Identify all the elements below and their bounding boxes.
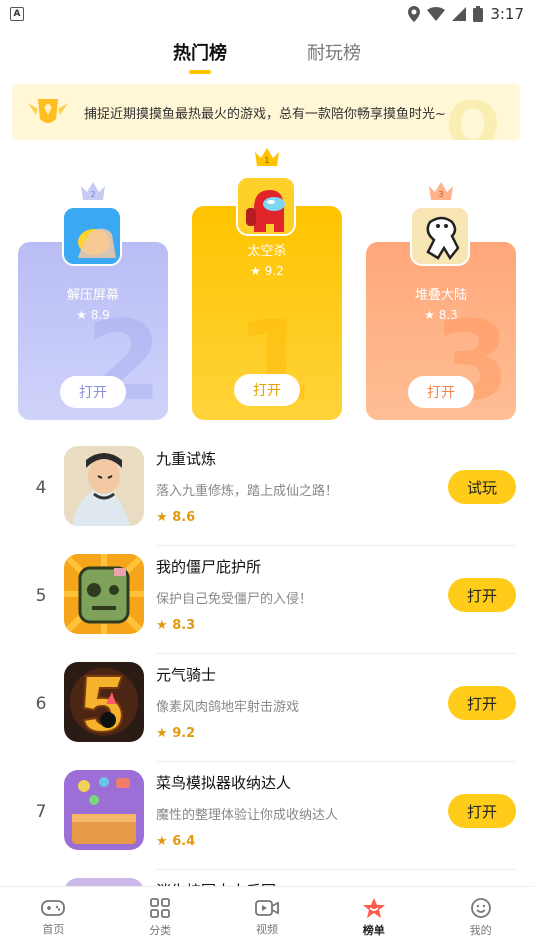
bottom-nav: 首页 分类 视频 榜单 我的 (0, 886, 534, 948)
svg-text:1: 1 (264, 156, 269, 165)
star-icon: ★ (250, 264, 265, 278)
battery-icon (473, 6, 484, 22)
list-item-rank: 4 (35, 478, 47, 498)
nav-home-label: 首页 (42, 923, 65, 936)
app-icon-nine-trials[interactable] (64, 446, 144, 526)
gamepad-icon (41, 900, 66, 916)
podium-3-open-button[interactable]: 打开 (408, 376, 474, 408)
star-icon: ★ (76, 308, 91, 322)
podium-2-open-button[interactable]: 打开 (60, 376, 126, 408)
nav-ranking[interactable]: 榜单 (320, 887, 427, 948)
app-icon-stress-relief[interactable] (62, 206, 122, 266)
nav-home[interactable]: 首页 (0, 887, 107, 948)
status-bar: A 3:17 (0, 0, 534, 28)
podium-2-score-value: 8.9 (90, 308, 110, 322)
star-icon: ★ (156, 726, 173, 741)
podium-2-name: 解压屏幕 (66, 288, 119, 303)
list-item-rating: ★ 9.2 (156, 726, 195, 741)
nav-category-label: 分类 (149, 924, 172, 937)
list-item-rating-value: 6.4 (172, 834, 196, 849)
list-item[interactable]: 7 菜鸟模拟器收纳达人 魔性的整理体验让你成收纳达人 ★ 6.4 打开 (0, 762, 534, 870)
tab-durable[interactable]: 耐玩榜 (307, 40, 361, 72)
open-button[interactable]: 打开 (448, 578, 516, 612)
notification-icon: A (10, 7, 24, 21)
app-icon-stacklands[interactable] (410, 206, 470, 266)
podium-1-name: 太空杀 (247, 244, 287, 259)
app-icon-soul-knight[interactable] (64, 662, 144, 742)
nav-category[interactable]: 分类 (107, 887, 214, 948)
list-item-rating: ★ 8.6 (156, 510, 195, 525)
podium-1-score-value: 9.2 (264, 264, 284, 278)
star-icon: ★ (156, 834, 173, 849)
list-item-desc: 魔性的整理体验让你成收纳达人 (156, 808, 339, 823)
smile-icon (470, 898, 491, 918)
top-three-podium: 2 解压屏幕 ★ 8.9 打开 2 1 太空杀 ★ 9.2 打开 1 3 堆叠大… (0, 148, 534, 428)
app-icon-zombie-shelter[interactable] (64, 554, 144, 634)
list-item-rank: 5 (35, 586, 47, 606)
banner-decoration: Q (445, 89, 500, 140)
list-item-rating-value: 8.6 (172, 510, 196, 525)
star-icon: ★ (156, 510, 173, 525)
grid-icon (150, 898, 171, 918)
list-item[interactable]: 4 九重试炼 落入九重修炼，踏上成仙之路！ ★ 8.6 试玩 (0, 438, 534, 546)
location-icon (408, 6, 421, 22)
podium-card-rank-1[interactable]: 1 太空杀 ★ 9.2 打开 (192, 206, 342, 420)
video-icon (255, 900, 279, 916)
list-item-rating: ★ 8.3 (156, 618, 195, 633)
list-item-rank: 7 (35, 802, 47, 822)
list-item-rank: 6 (35, 694, 47, 714)
star-icon (362, 898, 385, 918)
list-item-rating-value: 8.3 (172, 618, 196, 633)
nav-ranking-label: 榜单 (362, 924, 385, 937)
list-item[interactable]: 5 我的僵尸庇护所 保护自己免受僵尸的入侵！ ★ 8.3 打开 (0, 546, 534, 654)
ranking-list: 4 九重试炼 落入九重修炼，踏上成仙之路！ ★ 8.6 试玩 5 我的僵尸庇护所… (0, 438, 534, 948)
ranking-tabs: 热门榜 耐玩榜 (0, 40, 534, 76)
nav-mine[interactable]: 我的 (427, 887, 534, 948)
open-button[interactable]: 打开 (448, 686, 516, 720)
status-icons: 3:17 (408, 5, 524, 23)
list-item[interactable]: 6 元气骑士 像素风肉鸽地牢射击游戏 ★ 9.2 打开 (0, 654, 534, 762)
list-item-title: 菜鸟模拟器收纳达人 (156, 774, 292, 792)
nav-mine-label: 我的 (469, 924, 492, 937)
svg-text:2: 2 (90, 190, 95, 199)
ranking-banner: 捕捉近期摸摸鱼最热最火的游戏，总有一款陪你畅享摸鱼时光~ Q (12, 84, 520, 140)
list-item-desc: 落入九重修炼，踏上成仙之路！ (156, 484, 339, 499)
star-icon: ★ (424, 308, 439, 322)
list-item-rating-value: 9.2 (172, 726, 196, 741)
tab-durable-label: 耐玩榜 (307, 43, 361, 64)
tab-indicator (189, 70, 211, 74)
svg-text:3: 3 (438, 190, 443, 199)
list-item-desc: 像素风肉鸽地牢射击游戏 (156, 700, 300, 715)
crown-gold-icon: 1 (255, 148, 279, 166)
crown-silver-icon: 2 (81, 182, 105, 200)
podium-3-score-value: 8.3 (438, 308, 458, 322)
banner-text: 捕捉近期摸摸鱼最热最火的游戏，总有一款陪你畅享摸鱼时光~ (84, 106, 446, 122)
list-item-title: 九重试炼 (156, 450, 217, 468)
list-item-desc: 保护自己免受僵尸的入侵！ (156, 592, 313, 607)
star-icon: ★ (156, 618, 173, 633)
app-icon-among-us[interactable] (236, 176, 296, 236)
list-item-title: 元气骑士 (156, 666, 217, 684)
tab-hot[interactable]: 热门榜 (173, 40, 227, 74)
app-icon-storage-master[interactable] (64, 770, 144, 850)
podium-card-rank-3[interactable]: 3 堆叠大陆 ★ 8.3 打开 (366, 242, 516, 420)
signal-icon (452, 7, 467, 21)
list-item-title: 我的僵尸庇护所 (156, 558, 262, 576)
tab-hot-label: 热门榜 (173, 43, 227, 64)
podium-card-rank-2[interactable]: 2 解压屏幕 ★ 8.9 打开 (18, 242, 168, 420)
wifi-icon (427, 7, 446, 21)
podium-2-score: ★ 8.9 (18, 308, 168, 322)
try-play-button[interactable]: 试玩 (448, 470, 516, 504)
list-item-rating: ★ 6.4 (156, 834, 195, 849)
podium-1-score: ★ 9.2 (192, 264, 342, 278)
podium-3-score: ★ 8.3 (366, 308, 516, 322)
status-time: 3:17 (490, 5, 524, 23)
open-button[interactable]: 打开 (448, 794, 516, 828)
crown-bronze-icon: 3 (429, 182, 453, 200)
podium-3-name: 堆叠大陆 (414, 288, 467, 303)
nav-video[interactable]: 视频 (214, 887, 321, 948)
podium-1-open-button[interactable]: 打开 (234, 374, 300, 406)
trophy-badge-icon (26, 95, 70, 129)
nav-video-label: 视频 (255, 923, 278, 936)
